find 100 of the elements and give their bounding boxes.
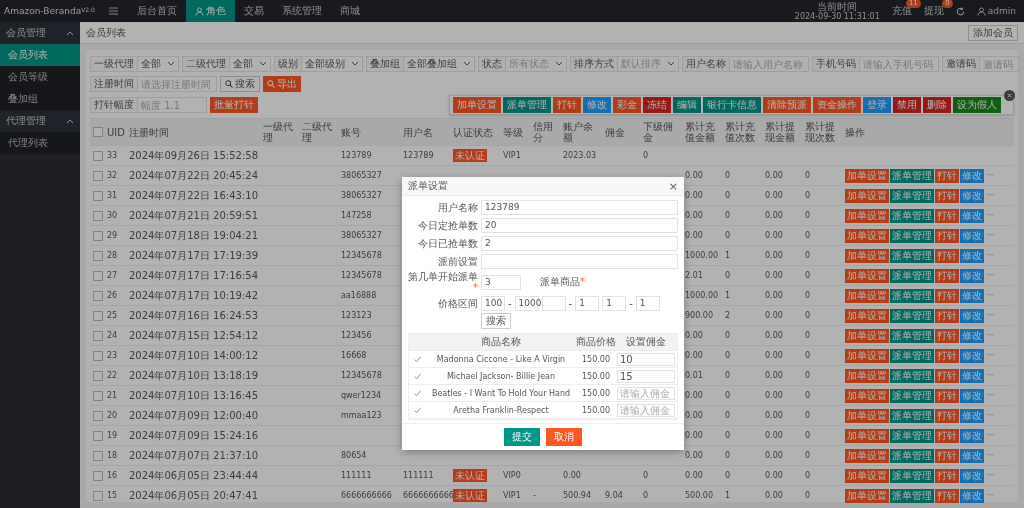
action-button[interactable]: 清除预派 (763, 97, 811, 113)
batch-button[interactable]: 批量打针 (210, 97, 258, 113)
input-field[interactable]: 请输入佣金 (617, 386, 675, 400)
checkbox[interactable] (93, 210, 103, 221)
filter-field[interactable]: 二级代理 全部 (182, 56, 271, 72)
sidebar-item[interactable]: 叠加组 (0, 88, 80, 110)
action-button[interactable]: 派单管理 (890, 448, 934, 463)
action-button[interactable]: 修改 (960, 228, 984, 243)
input-field[interactable]: 123789 (481, 199, 678, 215)
action-button[interactable]: 派单管理 (890, 388, 934, 403)
action-button[interactable]: 加单设置 (845, 288, 889, 303)
action-button[interactable]: 修改 (960, 308, 984, 323)
input-field[interactable]: 100 (481, 295, 505, 311)
checkbox[interactable] (93, 490, 103, 501)
nav-tab[interactable]: 交易 (234, 0, 273, 22)
select-field[interactable]: 全部级别 (302, 57, 362, 71)
input-field[interactable]: 10 (617, 352, 675, 366)
more-button[interactable]: ··· (987, 351, 995, 360)
action-button[interactable]: 打针 (935, 288, 959, 303)
checkbox[interactable] (93, 230, 103, 241)
action-button[interactable]: 加单设置 (845, 468, 889, 483)
action-button[interactable]: 派单管理 (890, 368, 934, 383)
cancel-button[interactable]: 取消 (546, 428, 582, 446)
checkbox[interactable] (93, 450, 103, 461)
more-button[interactable]: ··· (987, 251, 995, 260)
search-button[interactable]: 搜索 (481, 313, 511, 329)
checkbox[interactable] (93, 190, 103, 201)
select-field[interactable]: 全部 (138, 57, 178, 71)
nav-tab[interactable]: 角色 (185, 0, 235, 22)
more-button[interactable]: ··· (987, 411, 995, 420)
action-button[interactable]: 加单设置 (453, 97, 501, 113)
action-button[interactable]: 派单管理 (890, 288, 934, 303)
check-icon[interactable] (412, 371, 422, 381)
add-member-button[interactable]: 添加会员 (968, 24, 1018, 41)
action-button[interactable]: 打针 (935, 468, 959, 483)
checkbox[interactable] (93, 390, 103, 401)
action-button[interactable]: 修改 (960, 208, 984, 223)
nav-link[interactable]: 提现 (923, 5, 944, 16)
action-button[interactable]: 加单设置 (845, 408, 889, 423)
action-button[interactable]: 删除 (923, 97, 951, 113)
input-field[interactable]: 15 (617, 369, 675, 383)
input-field[interactable] (481, 253, 678, 269)
action-button[interactable]: 打针 (935, 408, 959, 423)
action-button[interactable]: 打针 (935, 448, 959, 463)
more-button[interactable]: ··· (987, 271, 995, 280)
check-icon[interactable] (412, 405, 422, 415)
action-button[interactable]: 设为假人 (953, 97, 1001, 113)
action-button[interactable]: 加单设置 (845, 208, 889, 223)
checkbox[interactable] (93, 330, 103, 341)
breadcrumb[interactable]: 会员列表 (86, 25, 126, 40)
action-button[interactable]: 打针 (935, 328, 959, 343)
action-button[interactable]: 派单管理 (890, 248, 934, 263)
action-button[interactable]: 加单设置 (845, 368, 889, 383)
action-button[interactable]: 打针 (935, 388, 959, 403)
action-button[interactable]: 派单管理 (890, 348, 934, 363)
checkbox[interactable] (93, 170, 103, 181)
menu-icon[interactable] (108, 7, 118, 15)
input-field[interactable]: 请输入佣金 (617, 403, 675, 417)
action-button[interactable]: 禁用 (893, 97, 921, 113)
action-button[interactable]: 派单管理 (890, 168, 934, 183)
more-button[interactable]: ··· (987, 371, 995, 380)
checkbox[interactable] (93, 350, 103, 361)
sidebar-item[interactable]: 代理列表 (0, 132, 80, 154)
more-button[interactable]: ··· (987, 331, 995, 340)
action-button[interactable]: 派单管理 (890, 488, 934, 503)
search-button[interactable]: 搜索 (220, 76, 260, 92)
action-button[interactable]: 加单设置 (845, 448, 889, 463)
input-field[interactable]: 2 (481, 235, 678, 251)
action-button[interactable]: 修改 (960, 428, 984, 443)
input-field[interactable]: 1 (575, 295, 600, 311)
action-button[interactable]: 修改 (583, 97, 611, 113)
more-button[interactable]: ··· (987, 451, 995, 460)
action-button[interactable]: 加单设置 (845, 428, 889, 443)
action-button[interactable]: 派单管理 (890, 428, 934, 443)
select-field[interactable]: 全部叠加组 (404, 57, 474, 71)
action-button[interactable]: 派单管理 (890, 228, 934, 243)
action-button[interactable]: 打针 (935, 368, 959, 383)
input-field[interactable] (541, 295, 566, 311)
input-field[interactable]: 1 (602, 295, 627, 311)
action-button[interactable]: 派单管理 (890, 308, 934, 323)
input-field[interactable]: 20 (481, 217, 678, 233)
filter-field[interactable]: 叠加组 全部叠加组 (366, 56, 475, 72)
action-button[interactable]: 加单设置 (845, 348, 889, 363)
more-button[interactable]: ··· (987, 311, 995, 320)
checkbox[interactable] (93, 470, 103, 481)
action-button[interactable]: 打针 (935, 348, 959, 363)
action-button[interactable]: 派单管理 (890, 208, 934, 223)
checkbox[interactable] (93, 127, 103, 137)
action-button[interactable]: 打针 (935, 208, 959, 223)
export-button[interactable]: 导出 (263, 76, 301, 92)
action-button[interactable]: 派单管理 (890, 188, 934, 203)
sidebar-item[interactable]: 会员列表 (0, 44, 80, 66)
action-button[interactable]: 加单设置 (845, 168, 889, 183)
action-button[interactable]: 登录 (863, 97, 891, 113)
input-field[interactable]: 1 (635, 295, 660, 311)
action-button[interactable]: 派单管理 (503, 97, 551, 113)
more-button[interactable]: ··· (987, 291, 995, 300)
action-button[interactable]: 打针 (935, 308, 959, 323)
action-button[interactable]: 编辑 (673, 97, 701, 113)
checkbox[interactable] (93, 430, 103, 441)
